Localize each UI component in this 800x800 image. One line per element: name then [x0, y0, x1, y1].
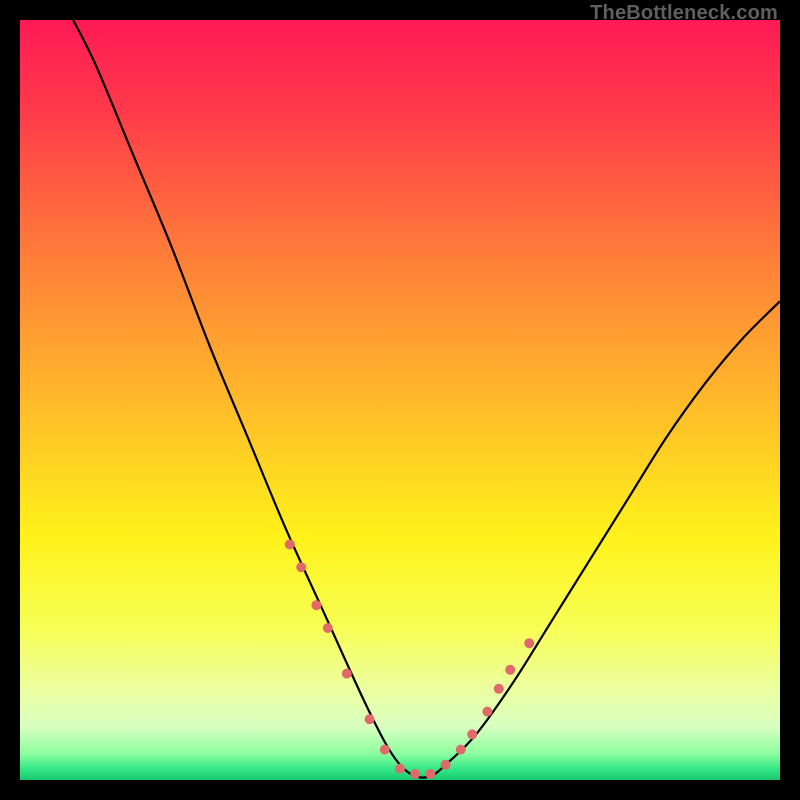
highlight-point — [323, 623, 333, 633]
highlight-point — [410, 769, 420, 779]
highlight-point — [441, 760, 451, 770]
highlight-point — [524, 638, 534, 648]
highlight-point — [505, 665, 515, 675]
highlight-markers — [285, 539, 534, 779]
highlight-point — [425, 769, 435, 779]
highlight-point — [285, 539, 295, 549]
plot-area — [20, 20, 780, 780]
highlight-point — [311, 600, 321, 610]
highlight-point — [395, 764, 405, 774]
highlight-point — [482, 707, 492, 717]
chart-frame: TheBottleneck.com — [0, 0, 800, 800]
curve-layer — [20, 20, 780, 780]
highlight-point — [365, 714, 375, 724]
highlight-point — [467, 729, 477, 739]
bottleneck-curve — [73, 20, 780, 778]
highlight-point — [494, 684, 504, 694]
highlight-point — [380, 745, 390, 755]
highlight-point — [296, 562, 306, 572]
watermark-text: TheBottleneck.com — [590, 2, 778, 25]
highlight-point — [342, 669, 352, 679]
highlight-point — [456, 745, 466, 755]
